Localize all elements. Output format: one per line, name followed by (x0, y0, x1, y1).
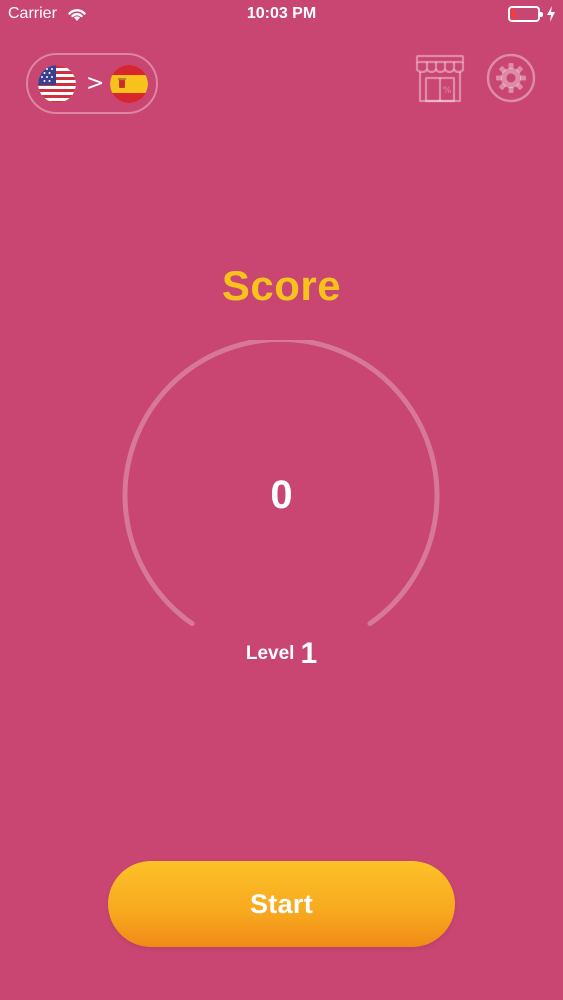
gear-icon[interactable] (485, 52, 537, 104)
start-button[interactable]: Start (108, 861, 455, 947)
score-title: Score (221, 262, 342, 309)
level-label: Level (245, 643, 295, 664)
spain-flag-icon (110, 65, 148, 103)
status-time: 10:03 PM (246, 5, 317, 22)
level-value: 1 (300, 637, 318, 670)
score-value: 0 (270, 473, 293, 517)
us-flag-icon (38, 65, 76, 103)
charging-icon (547, 6, 555, 22)
language-arrow: > (86, 71, 105, 96)
svg-text:%: % (443, 86, 452, 96)
level-indicator: Level 1 (0, 637, 563, 671)
status-bar: Carrier 10:03 PM (0, 0, 563, 30)
shop-icon[interactable]: % (414, 53, 466, 105)
language-selector-button[interactable]: > (26, 53, 158, 114)
battery-icon (508, 6, 543, 22)
